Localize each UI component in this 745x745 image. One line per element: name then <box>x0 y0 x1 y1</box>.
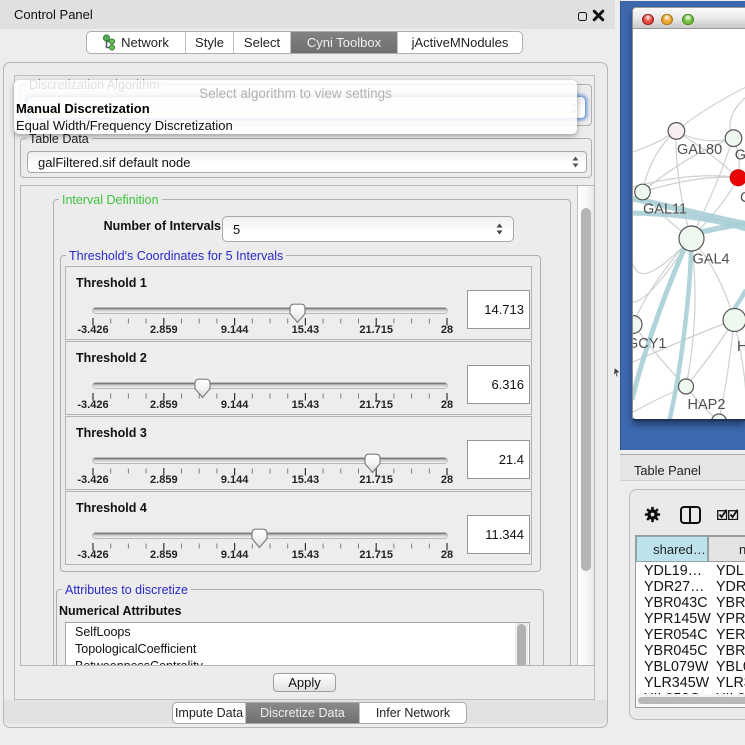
svg-text:GCY1: GCY1 <box>633 336 667 352</box>
svg-text:G.: G. <box>735 148 745 164</box>
svg-text:GAL4: GAL4 <box>693 252 730 268</box>
svg-text:C: C <box>740 190 745 206</box>
svg-text:GAL80: GAL80 <box>677 142 722 158</box>
svg-text:GAL11: GAL11 <box>643 202 687 218</box>
svg-text:HAP2: HAP2 <box>688 397 726 413</box>
svg-text:H: H <box>737 339 745 355</box>
